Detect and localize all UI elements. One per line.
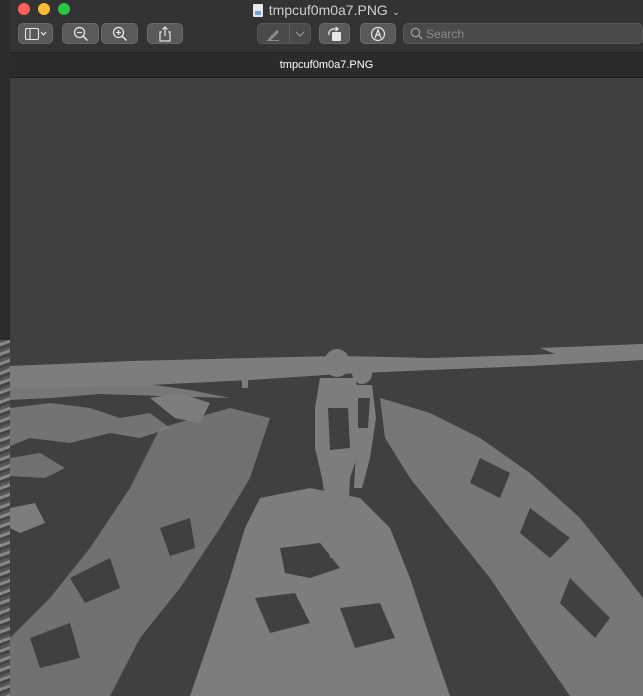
search-field[interactable]: [403, 23, 643, 44]
share-icon: [159, 25, 171, 42]
annotate-button[interactable]: [360, 23, 396, 44]
markup-button[interactable]: [257, 23, 311, 44]
rotate-icon: [327, 25, 341, 41]
zoom-out-icon: [73, 26, 88, 41]
zoom-in-icon: [112, 26, 127, 41]
document-tab-title: tmpcuf0m0a7.PNG: [279, 59, 374, 71]
posterized-photo: [10, 78, 643, 696]
background-window-strip: [0, 0, 10, 696]
chevron-down-icon: ⌄: [391, 7, 401, 18]
preview-window: tmpcuf0m0a7.PNG ⌄ Search tmpcuf0m0a7.PNG: [10, 0, 643, 696]
window-title[interactable]: tmpcuf0m0a7.PNG ⌄: [10, 1, 643, 19]
pen-icon: [267, 30, 279, 41]
share-button[interactable]: [147, 23, 183, 44]
document-icon: [252, 4, 263, 17]
chevron-down-icon[interactable]: [295, 30, 305, 38]
markup-divider: [289, 23, 290, 44]
toolbar: tmpcuf0m0a7.PNG ⌄: [10, 0, 643, 53]
search-input[interactable]: [426, 24, 626, 43]
zoom-in-button[interactable]: [101, 23, 138, 44]
sidebar-toggle-icon: [24, 27, 46, 40]
document-tab[interactable]: tmpcuf0m0a7.PNG: [10, 53, 643, 78]
rotate-button[interactable]: [319, 23, 350, 44]
zoom-out-button[interactable]: [62, 23, 99, 44]
image-viewer[interactable]: [10, 78, 643, 696]
annotate-icon: [370, 26, 386, 41]
sidebar-toggle-button[interactable]: [18, 23, 53, 44]
window-title-text: tmpcuf0m0a7.PNG: [268, 2, 388, 18]
background-photo-edge: [0, 340, 10, 696]
search-icon: [410, 27, 423, 46]
